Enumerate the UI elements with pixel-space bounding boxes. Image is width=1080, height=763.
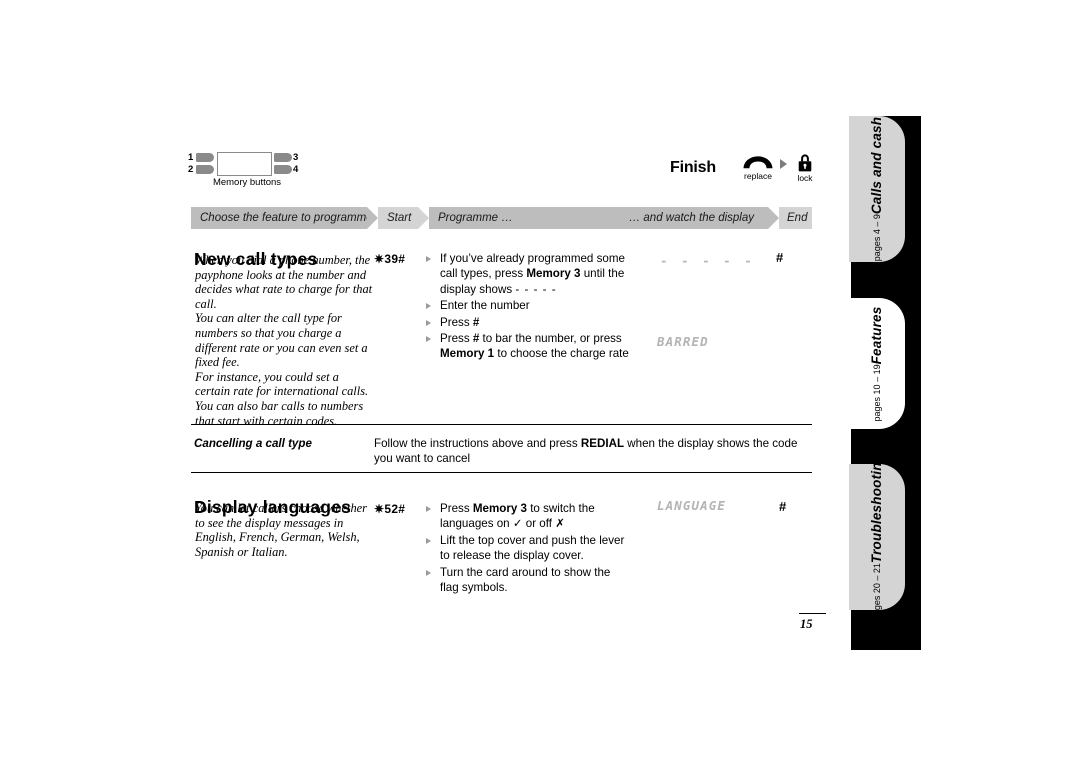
section-intro-display-languages: You can let callers choose whether to se… <box>195 501 375 559</box>
lcd-display-language: LANGUAGE <box>657 498 727 513</box>
steps-list-new-call-types: If you’ve already programmed some call t… <box>426 251 631 363</box>
memory-buttons-diagram: 1 2 3 4 Memory buttons <box>188 150 318 192</box>
bullet-triangle-icon <box>426 319 431 326</box>
bullet-triangle-icon <box>426 256 431 262</box>
tab-troubleshooting[interactable]: pages 20 – 21Troubleshooting <box>849 454 905 620</box>
process-step-programme: Programme … … and watch the display <box>429 207 779 229</box>
cancelling-a-call-type-label: Cancelling a call type <box>194 437 312 450</box>
cancel-text-bold: REDIAL <box>580 437 625 450</box>
process-step-label: Programme … <box>438 212 513 224</box>
tab-features[interactable]: pages 10 – 19Features <box>849 298 905 429</box>
cancelling-a-call-type-body: Follow the instructions above and press … <box>374 436 814 467</box>
section-tab-panel: pages 4 – 9Calls and cash pages 10 – 19F… <box>849 116 921 650</box>
process-step-watch-display-label: … and watch the display <box>628 212 754 224</box>
step-text: Lift the top cover and push the lever to… <box>440 533 625 563</box>
intro-paragraph: For instance, you could set a certain ra… <box>195 369 369 399</box>
tab-label-group: pages 4 – 9Calls and cash <box>868 117 886 261</box>
step-item: Turn the card around to show the flag sy… <box>426 565 631 596</box>
process-step-start: Start <box>378 207 429 229</box>
step-item: Press # to bar the number, or press Memo… <box>426 331 631 362</box>
bullet-triangle-icon <box>426 537 431 544</box>
tab-label-group: pages 10 – 19Features <box>868 306 886 421</box>
tab-label-group: pages 20 – 21Troubleshooting <box>868 454 886 620</box>
step-item: Enter the number <box>426 298 631 313</box>
step-item: Lift the top cover and push the lever to… <box>426 533 631 564</box>
handset-icon <box>738 155 778 170</box>
steps-list-display-languages: Press Memory 3 to switch the languages o… <box>426 501 631 596</box>
intro-paragraph: You can alter the call type for numbers … <box>195 311 368 370</box>
tab-calls-and-cash[interactable]: pages 4 – 9Calls and cash <box>849 116 905 262</box>
document-page: 1 2 3 4 Memory buttons Finish replace lo… <box>0 0 1080 763</box>
memory-buttons-caption: Memory buttons <box>212 177 282 188</box>
memory-button-key-3 <box>274 153 292 162</box>
process-step-label: Choose the feature to programme <box>200 212 373 224</box>
tab-title-troubleshooting: Troubleshooting <box>869 453 884 564</box>
memory-button-label-3: 3 <box>293 152 299 163</box>
step-text: Press # <box>440 315 480 329</box>
feature-code-display-languages: ✷52# <box>374 502 406 516</box>
section-divider-top <box>191 424 812 426</box>
feature-code-new-call-types: ✷39# <box>374 252 406 266</box>
memory-button-key-4 <box>274 165 292 174</box>
bullet-triangle-icon <box>426 303 431 310</box>
process-step-label: Start <box>387 212 412 224</box>
step-item: Press # <box>426 315 631 330</box>
memory-button-key-2 <box>196 165 214 174</box>
tab-pages-calls-and-cash: pages 4 – 9 <box>872 214 882 262</box>
intro-paragraph: You can let callers choose whether to se… <box>195 501 367 559</box>
lcd-display-barred: BARRED <box>657 334 709 349</box>
lock-label: lock <box>797 173 813 183</box>
intro-paragraph: When you dial a phone number, the paypho… <box>195 253 373 311</box>
step-text: Enter the number <box>440 299 530 313</box>
tab-pages-troubleshooting: pages 20 – 21 <box>872 563 882 621</box>
page-number-rule <box>799 613 826 615</box>
replace-label: replace <box>744 171 772 181</box>
payphone-display-panel <box>217 152 272 176</box>
lcd-display-dashes: - - - - - <box>660 253 755 268</box>
step-text: Press # to bar the number, or press Memo… <box>440 332 629 361</box>
finish-label: Finish <box>670 159 716 176</box>
padlock-icon <box>791 153 819 172</box>
step-text: Turn the card around to show the flag sy… <box>440 565 611 595</box>
memory-button-label-2: 2 <box>188 164 194 175</box>
step-item: Press Memory 3 to switch the languages o… <box>426 501 631 532</box>
memory-button-label-4: 4 <box>293 164 299 175</box>
step-text: If you’ve already programmed some call t… <box>440 252 625 296</box>
finish-step-block: Finish replace lock <box>670 150 820 195</box>
hash-symbol-new-call-types: # <box>776 250 784 265</box>
hash-symbol-display-languages: # <box>779 499 787 514</box>
tab-pages-features: pages 10 – 19 <box>872 363 882 421</box>
section-intro-new-call-types: When you dial a phone number, the paypho… <box>195 253 375 428</box>
bullet-triangle-icon <box>426 569 431 576</box>
process-step-choose-feature: Choose the feature to programme <box>191 207 378 229</box>
process-flow-bar: Choose the feature to programme Start Pr… <box>191 207 812 229</box>
bullet-triangle-icon <box>426 506 431 512</box>
bullet-triangle-icon <box>426 336 431 343</box>
page-number: 15 <box>800 617 813 631</box>
cancel-text-before: Follow the instructions above and press <box>374 437 581 450</box>
step-text: Press Memory 3 to switch the languages o… <box>440 502 595 531</box>
section-divider-bottom <box>191 472 812 474</box>
tab-title-calls-and-cash: Calls and cash <box>869 116 884 215</box>
process-step-label: End <box>787 212 808 224</box>
replace-handset-group: replace <box>738 155 778 182</box>
arrow-right-icon <box>780 159 787 169</box>
step-item: If you’ve already programmed some call t… <box>426 251 631 297</box>
tab-title-features: Features <box>869 306 884 364</box>
lock-group: lock <box>791 153 819 184</box>
memory-button-key-1 <box>196 153 214 162</box>
process-step-end: End <box>779 207 812 229</box>
memory-button-label-1: 1 <box>188 152 194 163</box>
